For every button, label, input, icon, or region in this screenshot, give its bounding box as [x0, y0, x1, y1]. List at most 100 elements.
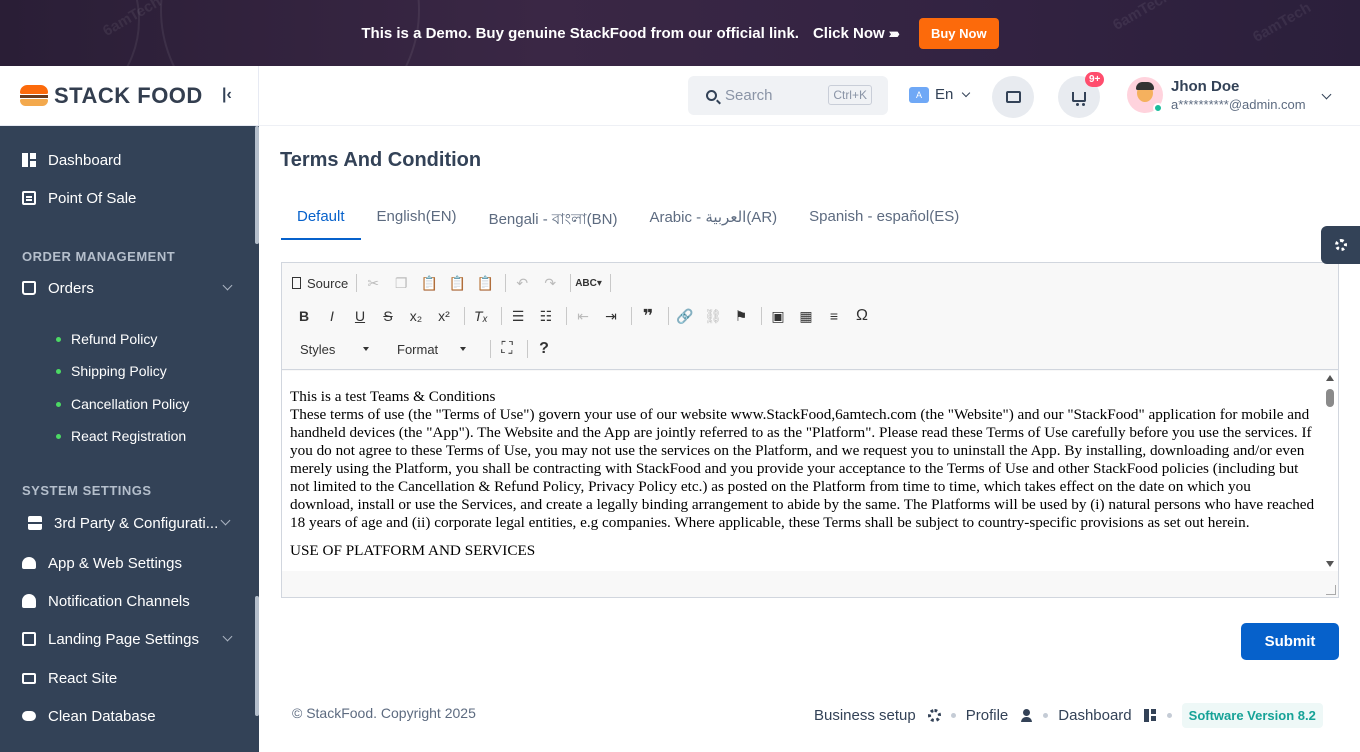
numbered-list-icon[interactable]: ☰ — [506, 304, 530, 328]
sidebar-item-landing-page-settings[interactable]: Landing Page Settings — [0, 621, 255, 657]
banner-watermark: 6amTech — [1250, 0, 1314, 46]
tab-bengali[interactable]: Bengali - বাংলা(BN) — [473, 196, 634, 240]
translate-icon: A — [909, 86, 929, 103]
language-selector[interactable]: A En — [909, 86, 971, 103]
gear-icon — [927, 709, 941, 722]
page-title: Terms And Condition — [280, 149, 482, 171]
top-header: Search Ctrl+K A En 9+ Jhon Doe a********… — [259, 66, 1360, 126]
paste-word-icon[interactable]: 📋 — [473, 271, 497, 295]
sidebar-subitem-cancellation-policy[interactable]: Cancellation Policy — [56, 396, 189, 412]
cart-button[interactable]: 9+ — [1058, 72, 1105, 118]
sidebar-item-point-of-sale[interactable]: Point Of Sale — [0, 180, 255, 216]
editor-paragraph: These terms of use (the "Terms of Use") … — [290, 406, 1315, 531]
link-icon[interactable]: 🔗 — [673, 304, 697, 328]
logo[interactable]: STACK FOOD |‹ — [0, 66, 259, 126]
toolbar-separator — [631, 307, 632, 325]
scroll-down-icon[interactable] — [1326, 561, 1334, 567]
source-button[interactable]: Source — [292, 271, 348, 295]
tab-default[interactable]: Default — [281, 196, 361, 240]
landing-icon — [22, 632, 36, 646]
gear-icon — [1334, 239, 1347, 251]
outdent-icon[interactable]: ⇤ — [571, 304, 595, 328]
sidebar-item-label: App & Web Settings — [48, 554, 182, 572]
cut-icon[interactable]: ✂ — [361, 271, 385, 295]
server-icon — [28, 516, 42, 530]
sidebar-item-dashboard[interactable]: Dashboard — [0, 142, 255, 178]
sidebar-subitem-react-registration[interactable]: React Registration — [56, 428, 186, 444]
banner-click-link[interactable]: Click Now ››››› — [813, 25, 900, 42]
superscript-icon[interactable]: x² — [432, 304, 456, 328]
indent-icon[interactable]: ⇥ — [599, 304, 623, 328]
special-char-icon[interactable]: Ω — [850, 304, 874, 328]
search-box[interactable]: Search Ctrl+K — [688, 76, 888, 115]
unlink-icon[interactable]: ⛓ — [701, 304, 725, 328]
messages-button[interactable] — [992, 76, 1034, 118]
paste-text-icon[interactable]: 📋 — [445, 271, 469, 295]
tab-arabic[interactable]: Arabic - العربية(AR) — [633, 196, 793, 240]
bulleted-list-icon[interactable]: ☷ — [534, 304, 558, 328]
bullet-icon — [56, 336, 61, 342]
maximize-icon[interactable]: ⛶ — [495, 337, 519, 361]
editor-scrollbar[interactable] — [1322, 371, 1338, 571]
remove-format-icon[interactable]: Tₓ — [469, 304, 493, 328]
online-status-icon — [1153, 103, 1163, 113]
scroll-up-icon[interactable] — [1326, 375, 1334, 381]
version-badge: Software Version 8.2 — [1181, 703, 1323, 728]
resize-handle-icon[interactable] — [1326, 585, 1336, 595]
subscript-icon[interactable]: x₂ — [404, 304, 428, 328]
sidebar-subitem-refund-policy[interactable]: Refund Policy — [56, 331, 157, 347]
user-name: Jhon Doe — [1171, 78, 1240, 95]
settings-float-button[interactable] — [1321, 226, 1360, 264]
bold-icon[interactable]: B — [292, 304, 316, 328]
scroll-thumb[interactable] — [1326, 389, 1334, 407]
submit-button[interactable]: Submit — [1241, 623, 1339, 660]
separator-dot — [950, 713, 956, 718]
editor-content[interactable]: This is a test Teams & Conditions These … — [282, 371, 1324, 571]
sidebar-item-label: Clean Database — [48, 707, 156, 725]
footer-links: Business setup Profile Dashboard Softwar… — [814, 703, 1323, 728]
spellcheck-icon[interactable]: ABC▾ — [575, 271, 602, 295]
sidebar-subitem-shipping-policy[interactable]: Shipping Policy — [56, 363, 167, 379]
tab-spanish[interactable]: Spanish - español(ES) — [793, 196, 975, 240]
sidebar-item-react-site[interactable]: React Site — [0, 660, 255, 696]
anchor-flag-icon[interactable]: ⚑ — [729, 304, 753, 328]
format-dropdown[interactable]: Format — [389, 338, 474, 360]
sidebar-subitem-label: Refund Policy — [71, 331, 158, 347]
copy-icon[interactable]: ❐ — [389, 271, 413, 295]
format-label: Format — [397, 341, 439, 357]
orders-icon — [22, 281, 36, 295]
sidebar-item-app-web-settings[interactable]: App & Web Settings — [0, 545, 255, 581]
blockquote-icon[interactable]: ❞ — [636, 304, 660, 328]
dropdown-arrow-icon — [460, 347, 466, 351]
search-input[interactable]: Search — [725, 87, 773, 104]
user-menu[interactable]: Jhon Doe a**********@admin.com — [1127, 77, 1332, 113]
banner-click-text[interactable]: Click Now — [813, 25, 885, 42]
cart-icon — [1072, 92, 1086, 106]
image-icon[interactable]: ▣ — [766, 304, 790, 328]
italic-icon[interactable]: I — [320, 304, 344, 328]
chevron-down-icon[interactable] — [1321, 89, 1332, 100]
sidebar-item-3rd-party[interactable]: 3rd Party & Configurati... — [0, 505, 255, 541]
paste-icon[interactable]: 📋 — [417, 271, 441, 295]
footer-link-business-setup[interactable]: Business setup — [814, 707, 916, 724]
toolbar-separator — [566, 307, 567, 325]
styles-dropdown[interactable]: Styles — [292, 338, 377, 360]
tab-english[interactable]: English(EN) — [361, 196, 473, 240]
sidebar-item-orders[interactable]: Orders — [0, 270, 255, 306]
search-shortcut: Ctrl+K — [828, 85, 872, 105]
collapse-sidebar-icon[interactable]: |‹ — [222, 86, 232, 104]
footer-link-dashboard[interactable]: Dashboard — [1058, 707, 1131, 724]
horizontal-line-icon[interactable]: ≡ — [822, 304, 846, 328]
table-icon[interactable]: ▦ — [794, 304, 818, 328]
buy-now-button[interactable]: Buy Now — [918, 17, 999, 49]
sidebar-item-clean-database[interactable]: Clean Database — [0, 698, 255, 734]
footer-link-profile[interactable]: Profile — [966, 707, 1009, 724]
sidebar-item-label: Landing Page Settings — [48, 630, 199, 648]
strikethrough-icon[interactable]: S — [376, 304, 400, 328]
underline-icon[interactable]: U — [348, 304, 372, 328]
undo-icon[interactable]: ↶ — [510, 271, 534, 295]
redo-icon[interactable]: ↷ — [538, 271, 562, 295]
sidebar-item-notification-channels[interactable]: Notification Channels — [0, 583, 255, 619]
sidebar-item-label: React Site — [48, 669, 118, 687]
help-icon[interactable]: ? — [532, 337, 556, 361]
